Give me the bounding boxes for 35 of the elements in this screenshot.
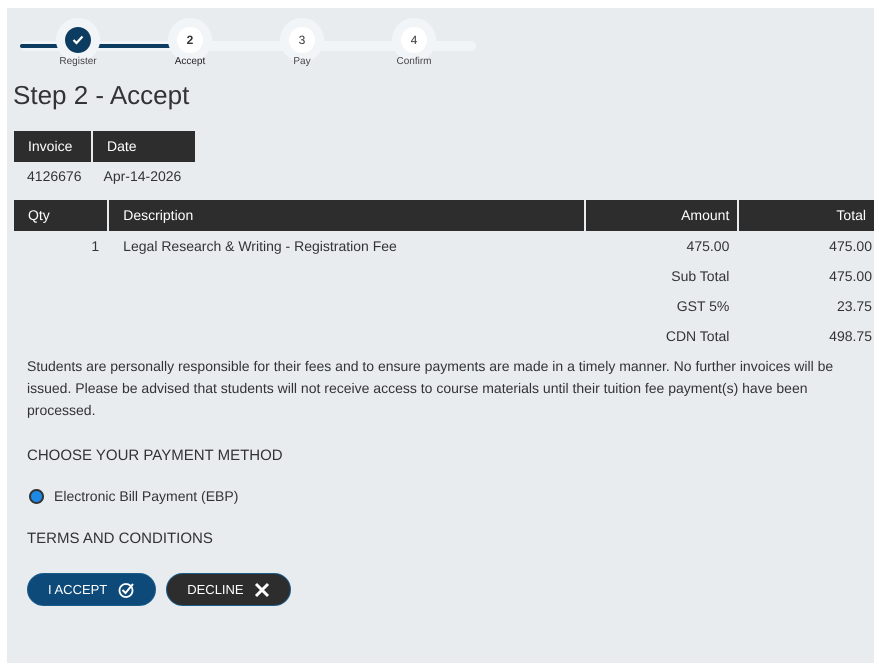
table-cell: Legal Research & Writing - Registration Fee: [123, 238, 397, 254]
column-header: Description: [109, 200, 584, 231]
table-cell: 1: [91, 238, 100, 254]
table-cell: 475.00: [686, 238, 730, 254]
step-number: 3: [289, 27, 315, 53]
table-cell: 4126676: [27, 168, 82, 184]
summary-value: 498.75: [829, 328, 872, 344]
table-cell: 475.00: [829, 238, 872, 254]
summary-value: 475.00: [829, 268, 872, 284]
step-number: 4: [401, 27, 427, 53]
column-header: Qty: [14, 200, 108, 231]
section-heading: TERMS AND CONDITIONS: [27, 530, 214, 547]
radio-button[interactable]: [29, 488, 44, 504]
column-header: Total: [739, 200, 874, 231]
summary-label: CDN Total: [666, 328, 730, 344]
column-header: Date: [93, 131, 195, 162]
section-heading: CHOOSE YOUR PAYMENT METHOD: [27, 447, 284, 464]
column-header: Amount: [586, 200, 738, 231]
step-label: Confirm: [396, 56, 432, 67]
decline-button[interactable]: DECLINE: [166, 573, 291, 606]
check-circle-icon: [117, 580, 136, 598]
step-number: 2: [177, 27, 203, 53]
step-label: Accept: [174, 56, 206, 67]
step-label: Register: [59, 56, 97, 67]
summary-label: GST 5%: [676, 298, 730, 314]
summary-value: 23.75: [836, 298, 872, 314]
page-heading: Step 2 - Accept: [13, 80, 190, 111]
table-cell: Apr-14-2026: [104, 168, 182, 184]
column-header: Invoice: [14, 131, 91, 162]
notice-text: Students are personally responsible for their fees and to ensure payments are made in a timely manner. No further invoices will be issued. Please be advised that students will not receive access to course materials until their tuition fee payment(s) have been processed.: [27, 357, 834, 420]
step-label: Pay: [293, 56, 311, 67]
accept-button[interactable]: I ACCEPT: [27, 573, 156, 606]
close-icon: [254, 582, 270, 598]
radio-label[interactable]: Electronic Bill Payment (EBP): [54, 488, 238, 504]
summary-label: Sub Total: [671, 268, 730, 284]
